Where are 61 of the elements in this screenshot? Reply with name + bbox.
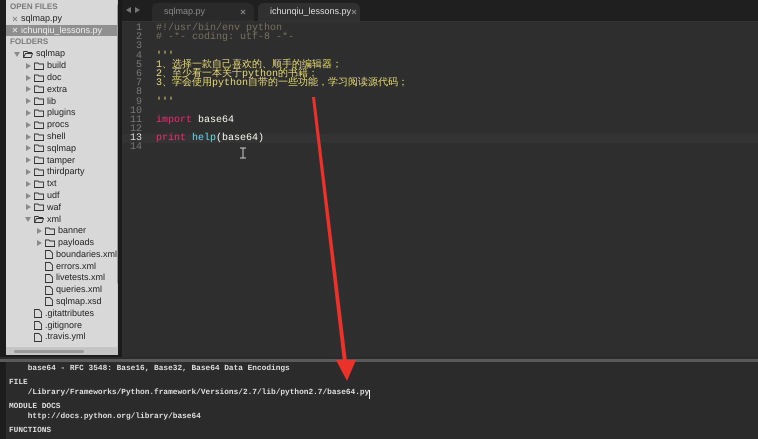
line-number: 13: [128, 134, 142, 144]
open-file-item[interactable]: sqlmap.py: [6, 12, 118, 25]
tree-item[interactable]: thirdparty: [6, 166, 118, 178]
line-number: 2: [134, 33, 142, 42]
line-number: 7: [134, 79, 142, 88]
open-folder-icon: [34, 215, 44, 224]
code-line: import base64: [156, 116, 234, 126]
tree-item[interactable]: tamper: [6, 154, 118, 166]
line-number: 5: [134, 60, 142, 70]
tree-item[interactable]: procs: [6, 118, 118, 131]
text-cursor-icon: [240, 148, 246, 158]
tree-item[interactable]: .travis.yml: [6, 331, 118, 344]
line-number: 1: [134, 24, 142, 34]
forward-arrow-icon: [135, 6, 140, 12]
close-icon: [12, 16, 18, 22]
tree-item[interactable]: shell: [6, 130, 118, 143]
code-line: ''': [156, 98, 174, 107]
line-number: 4: [134, 52, 142, 61]
line-number: 14: [128, 143, 142, 153]
editor-tab[interactable]: ichunqiu_lessons.py: [258, 3, 360, 21]
close-icon: [351, 9, 358, 15]
section-heading: FOLDERS: [9, 36, 50, 48]
code-line: # -*- coding: utf-8 -*-: [156, 33, 294, 42]
tree-item[interactable]: xml: [6, 213, 118, 226]
tree-item[interactable]: .gitattributes: [6, 308, 118, 320]
tree-item[interactable]: udf: [6, 190, 118, 202]
line-number: 3: [134, 42, 142, 52]
close-icon: [240, 9, 246, 15]
tree-item[interactable]: plugins: [6, 107, 118, 119]
tree-item[interactable]: payloads: [6, 236, 118, 249]
section-heading: OPEN FILES: [9, 1, 59, 13]
tree-item[interactable]: sqlmap: [6, 48, 118, 60]
code-line: print help(base64): [156, 134, 264, 144]
line-number: 6: [134, 70, 142, 80]
close-icon: [12, 27, 18, 34]
line-number: 8: [134, 88, 142, 98]
line-number: 9: [136, 98, 142, 107]
line-number: 12: [128, 125, 142, 134]
tree-item[interactable]: lib: [6, 95, 118, 108]
tree-item[interactable]: queries.xml: [6, 284, 118, 296]
line-number: 10: [128, 106, 142, 116]
scrollbar-thumb[interactable]: [14, 350, 84, 352]
line-number: 11: [128, 116, 142, 126]
tree-item[interactable]: sqlmap.xsd: [6, 296, 118, 308]
tree-item[interactable]: sqlmap: [6, 142, 118, 154]
tree-item[interactable]: doc: [6, 72, 118, 84]
tree-item[interactable]: waf: [6, 202, 118, 214]
tree-item[interactable]: .gitignore: [6, 320, 118, 332]
tree-item[interactable]: boundaries.xml: [6, 248, 118, 261]
back-arrow-icon: [126, 6, 131, 12]
open-folder-icon: [23, 50, 33, 58]
editor-tab[interactable]: sqlmap.py: [152, 3, 254, 21]
tree-item[interactable]: livetests.xml: [6, 272, 118, 284]
tree-item[interactable]: errors.xml: [6, 260, 118, 272]
tree-item[interactable]: build: [6, 60, 118, 72]
tree-item[interactable]: txt: [6, 178, 118, 190]
code-line: 3、学会使用python自带的一些功能，学习阅读源代码；: [156, 79, 408, 88]
tree-item[interactable]: extra: [6, 84, 118, 96]
code-line: ''': [156, 52, 174, 61]
tree-item[interactable]: banner: [6, 225, 118, 237]
code-line: #!/usr/bin/env python: [156, 24, 282, 34]
